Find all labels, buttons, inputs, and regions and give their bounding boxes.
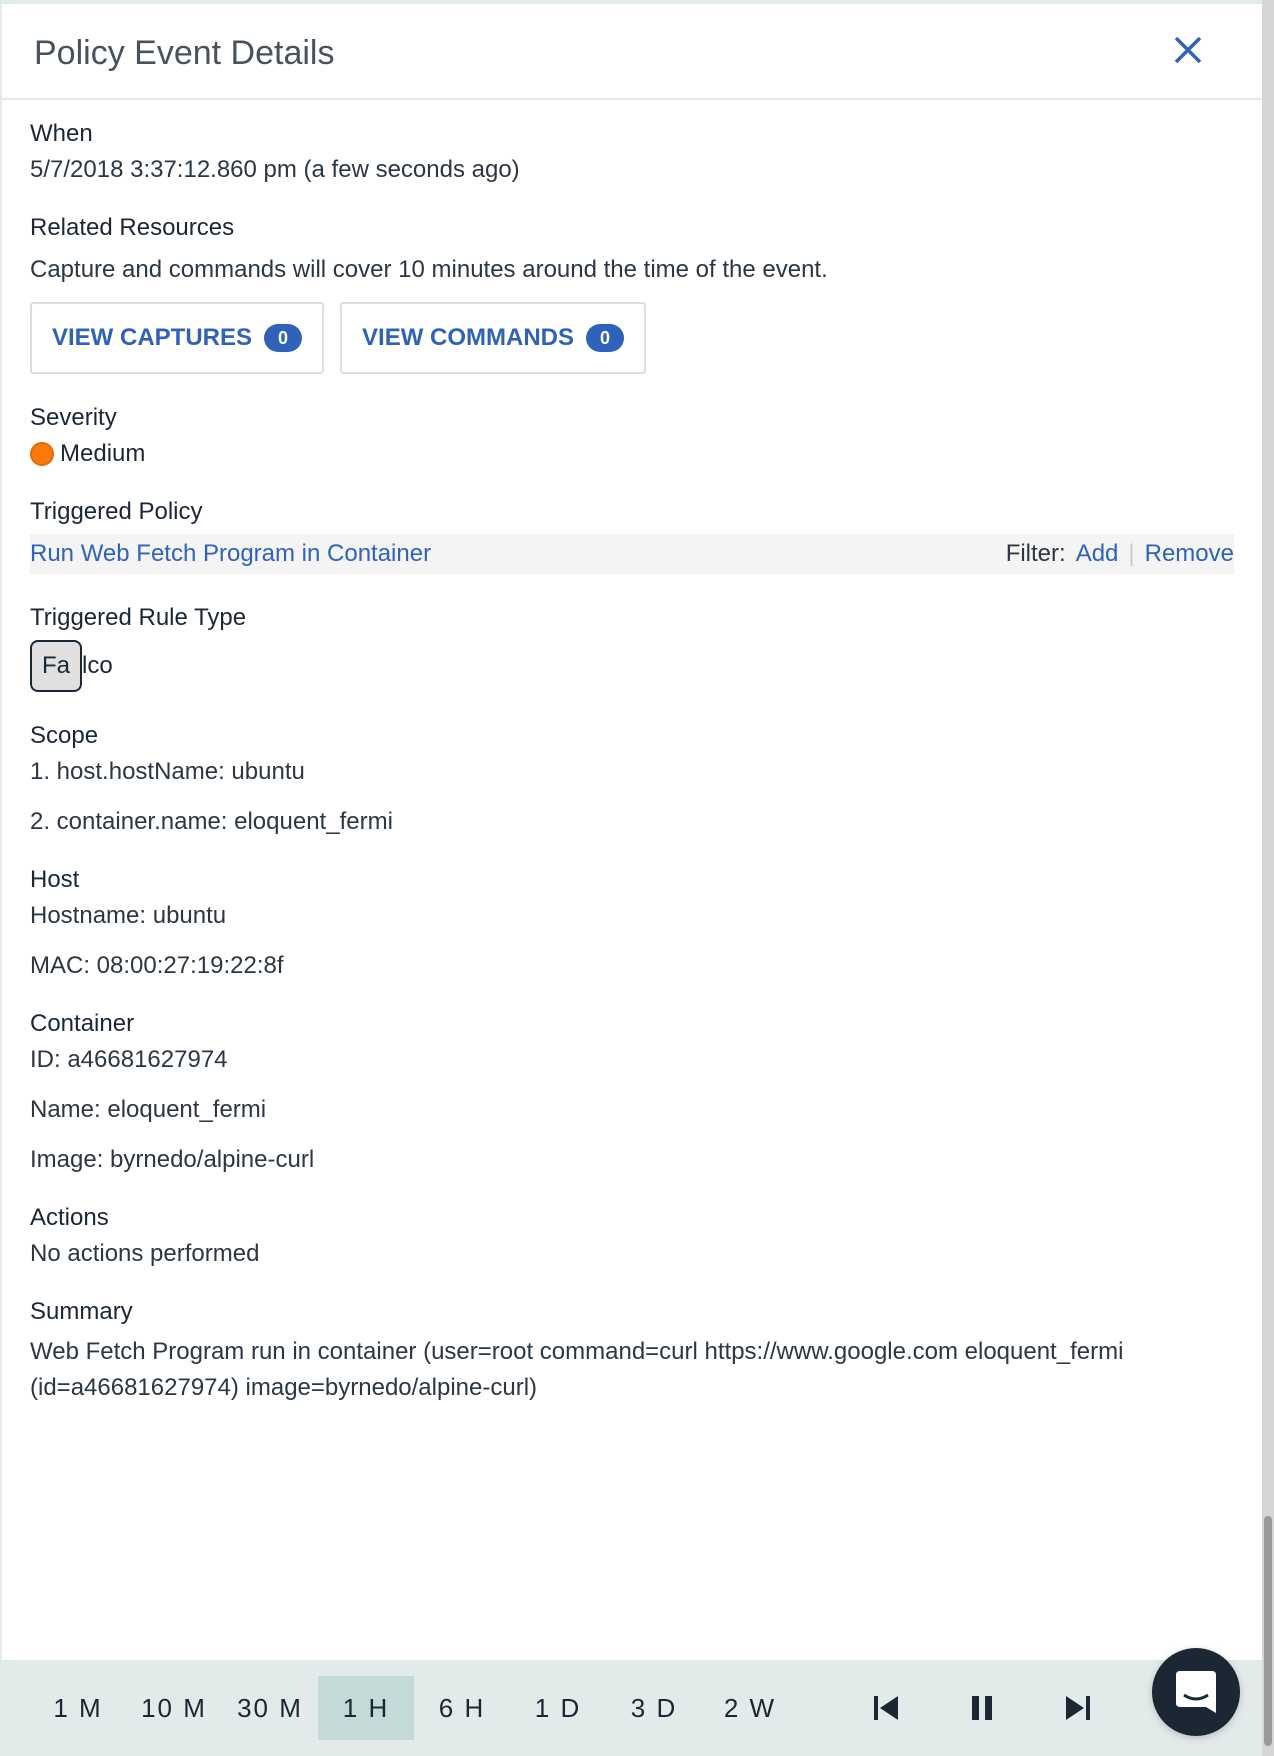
scope-label: Scope xyxy=(30,722,99,749)
summary-value: Web Fetch Program run in container (user… xyxy=(30,1338,1124,1401)
host-label: Host xyxy=(30,866,80,893)
container-name: Name: eloquent_fermi xyxy=(30,1096,267,1123)
container-image: Image: byrnedo/alpine-curl xyxy=(30,1146,315,1173)
scope-item: 2. container.name: eloquent_fermi xyxy=(30,808,393,835)
range-2w[interactable]: 2 W xyxy=(702,1676,798,1740)
scrollbar-thumb[interactable] xyxy=(1264,1516,1272,1746)
filter-label: Filter: xyxy=(1005,540,1066,567)
host-hostname: Hostname: ubuntu xyxy=(30,902,227,929)
related-resources-label: Related Resources xyxy=(30,214,235,241)
container-label: Container xyxy=(30,1010,135,1037)
rule-type-rest: lco xyxy=(82,652,113,679)
container-section: Container ID: a46681627974 Name: eloquen… xyxy=(30,1010,1234,1174)
range-6h[interactable]: 6 H xyxy=(414,1676,510,1740)
policy-row: Run Web Fetch Program in Container Filte… xyxy=(30,534,1234,574)
related-resources-section: Related Resources Capture and commands w… xyxy=(30,214,1234,374)
panel-title: Policy Event Details xyxy=(34,34,335,72)
actions-value: No actions performed xyxy=(30,1240,260,1267)
time-range-bar: 1 M 10 M 30 M 1 H 6 H 1 D 3 D 2 W xyxy=(2,1660,1262,1756)
filter-separator: | xyxy=(1128,540,1135,567)
scope-item: 1. host.hostName: ubuntu xyxy=(30,758,305,785)
severity-dot-icon xyxy=(30,442,54,466)
scrollbar[interactable] xyxy=(1262,0,1274,1756)
event-details-panel: Policy Event Details When 5/7/2018 3:37:… xyxy=(0,4,1262,1756)
severity-section: Severity Medium xyxy=(30,404,1234,468)
triggered-policy-section: Triggered Policy Run Web Fetch Program i… xyxy=(30,498,1234,574)
actions-section: Actions No actions performed xyxy=(30,1204,1234,1268)
view-commands-label: VIEW COMMANDS xyxy=(362,324,575,351)
chat-icon xyxy=(1176,1671,1216,1713)
filter-add-link[interactable]: Add xyxy=(1076,540,1119,568)
host-mac: MAC: 08:00:27:19:22:8f xyxy=(30,952,284,979)
rule-type-abbr: Fa xyxy=(30,640,83,692)
panel-header: Policy Event Details xyxy=(2,4,1262,100)
actions-label: Actions xyxy=(30,1204,109,1231)
range-1d[interactable]: 1 D xyxy=(510,1676,606,1740)
when-label: When xyxy=(30,120,93,147)
range-1m[interactable]: 1 M xyxy=(30,1676,126,1740)
range-1h[interactable]: 1 H xyxy=(318,1676,414,1740)
view-commands-button[interactable]: VIEW COMMANDS 0 xyxy=(340,302,647,374)
pause-icon xyxy=(972,1696,992,1720)
host-section: Host Hostname: ubuntu MAC: 08:00:27:19:2… xyxy=(30,866,1234,980)
rule-type-section: Triggered Rule Type Fa lco xyxy=(30,604,1234,692)
severity-value: Medium xyxy=(60,440,146,467)
skip-back-button[interactable] xyxy=(838,1676,934,1740)
chat-button[interactable] xyxy=(1152,1648,1240,1736)
related-resources-description: Capture and commands will cover 10 minut… xyxy=(30,256,828,283)
container-id: ID: a46681627974 xyxy=(30,1046,228,1073)
view-captures-label: VIEW CAPTURES xyxy=(52,324,253,351)
scope-section: Scope 1. host.hostName: ubuntu 2. contai… xyxy=(30,722,1234,836)
summary-section: Summary Web Fetch Program run in contain… xyxy=(30,1298,1234,1406)
severity-label: Severity xyxy=(30,404,117,431)
when-section: When 5/7/2018 3:37:12.860 pm (a few seco… xyxy=(30,120,1234,184)
view-captures-button[interactable]: VIEW CAPTURES 0 xyxy=(30,302,325,374)
filter-remove-link[interactable]: Remove xyxy=(1145,540,1234,568)
when-value: 5/7/2018 3:37:12.860 pm (a few seconds a… xyxy=(30,156,520,183)
commands-count-badge: 0 xyxy=(586,324,625,352)
policy-link[interactable]: Run Web Fetch Program in Container xyxy=(30,540,431,568)
captures-count-badge: 0 xyxy=(264,324,303,352)
range-3d[interactable]: 3 D xyxy=(606,1676,702,1740)
range-10m[interactable]: 10 M xyxy=(126,1676,222,1740)
panel-body: When 5/7/2018 3:37:12.860 pm (a few seco… xyxy=(2,100,1262,1406)
summary-label: Summary xyxy=(30,1298,133,1325)
range-30m[interactable]: 30 M xyxy=(222,1676,318,1740)
skip-forward-icon xyxy=(1066,1696,1090,1720)
close-icon[interactable] xyxy=(1170,32,1206,68)
triggered-policy-label: Triggered Policy xyxy=(30,498,203,525)
pause-button[interactable] xyxy=(934,1676,1030,1740)
rule-type-label: Triggered Rule Type xyxy=(30,604,247,631)
skip-forward-button[interactable] xyxy=(1030,1676,1126,1740)
skip-back-icon xyxy=(874,1696,898,1720)
